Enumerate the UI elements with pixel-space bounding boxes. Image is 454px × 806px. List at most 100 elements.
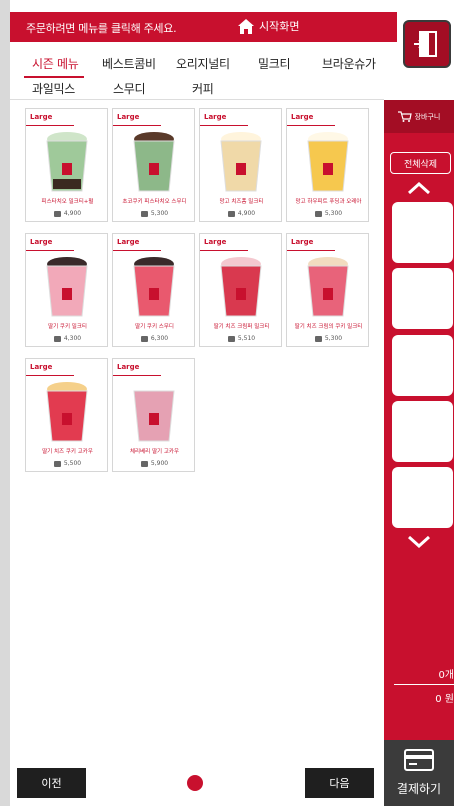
product-price: 5,300	[150, 210, 169, 217]
product-card[interactable]: Large 초코쿠키 피스타치오 스무디 5,300	[112, 108, 195, 222]
drink-image	[133, 132, 175, 192]
home-label: 시작화면	[259, 20, 300, 33]
pay-button[interactable]: 결제하기	[384, 740, 454, 806]
drink-image	[133, 257, 175, 317]
size-underline	[26, 125, 74, 126]
card-icon	[404, 749, 434, 771]
size-label: Large	[30, 113, 53, 121]
cart-scroll-up-icon[interactable]	[408, 182, 430, 194]
size-underline	[287, 250, 335, 251]
price-icon	[140, 210, 148, 217]
product-name: 딸기 쿠키 밀크티	[48, 324, 87, 330]
order-hint: 주문하려면 메뉴를 클릭해 주세요.	[26, 22, 177, 35]
product-price: 4,900	[237, 210, 256, 217]
product-card[interactable]: Large 망고 치즈폼 밀크티 4,900	[199, 108, 282, 222]
cart-count: 0개	[438, 670, 454, 681]
product-card[interactable]: Large 딸기 쿠키 스무디 6,300	[112, 233, 195, 347]
price-icon	[53, 335, 61, 342]
drink-image	[220, 257, 262, 317]
cart-title: 장바구니	[414, 112, 441, 121]
product-price: 5,900	[150, 460, 169, 467]
product-name: 딸기 치즈 크림의 쿠키 밀크티	[294, 324, 363, 330]
size-label: Large	[291, 238, 314, 246]
product-card[interactable]: Large 딸기 치즈 크림의 쿠키 밀크티 5,300	[286, 233, 369, 347]
drink-image	[307, 257, 349, 317]
tab-smoothie[interactable]: 스무디	[113, 80, 146, 97]
size-label: Large	[117, 363, 140, 371]
cart-slot[interactable]	[392, 401, 453, 462]
drink-image	[46, 382, 88, 442]
price-row: 5,500	[26, 460, 109, 467]
exit-icon	[414, 31, 437, 57]
size-underline	[26, 250, 74, 251]
cart-panel: 장바구니 전체삭제 0개 0 원	[384, 100, 454, 740]
product-card[interactable]: Large 체리베리 딸기 고카우 5,900	[112, 358, 195, 472]
size-underline	[113, 125, 161, 126]
tab-brown-sugar[interactable]: 브라운슈가	[322, 55, 376, 72]
product-card[interactable]: Large 딸기 치즈 크림퍼 밀크티 5,510	[199, 233, 282, 347]
price-icon	[140, 460, 148, 467]
product-price: 4,300	[63, 335, 82, 342]
price-row: 4,900	[200, 210, 283, 217]
size-label: Large	[291, 113, 314, 121]
tab-coffee[interactable]: 커피	[192, 80, 214, 97]
size-label: Large	[30, 238, 53, 246]
product-price: 5,500	[63, 460, 82, 467]
drink-image	[307, 132, 349, 192]
home-icon	[238, 18, 254, 34]
cart-slot[interactable]	[392, 467, 453, 528]
product-price: 5,510	[237, 335, 256, 342]
price-row: 4,900	[26, 210, 109, 217]
size-label: Large	[117, 113, 140, 121]
product-name: 딸기 치즈 크림퍼 밀크티	[213, 324, 270, 330]
next-button[interactable]: 다음	[305, 768, 374, 798]
tab-season[interactable]: 시즌 메뉴	[32, 55, 79, 72]
product-card[interactable]: Large 피스타치오 밀크티+펄 4,900	[25, 108, 108, 222]
product-card[interactable]: Large 딸기 쿠키 밀크티 4,300	[25, 233, 108, 347]
drink-image	[46, 132, 88, 192]
price-icon	[140, 335, 148, 342]
page-indicator	[187, 775, 203, 791]
product-name: 피스타치오 밀크티+펄	[41, 199, 94, 205]
product-card[interactable]: Large 딸기 치즈 쿠키 고카우 5,500	[25, 358, 108, 472]
cart-divider	[394, 684, 454, 685]
product-name: 딸기 치즈 쿠키 고카우	[42, 449, 93, 455]
pay-label: 결제하기	[396, 782, 442, 796]
cart-slot[interactable]	[392, 335, 453, 396]
price-row: 5,900	[113, 460, 196, 467]
price-icon	[314, 335, 322, 342]
product-name: 초코쿠키 피스타치오 스무디	[122, 199, 187, 205]
price-row: 5,300	[113, 210, 196, 217]
cart-header: 장바구니	[384, 100, 454, 133]
cart-slot[interactable]	[392, 268, 453, 329]
tab-best-combo[interactable]: 베스트콤비	[102, 55, 156, 72]
drink-image	[133, 382, 175, 442]
tab-fruit-mix[interactable]: 과일믹스	[32, 80, 75, 97]
active-tab-indicator	[24, 76, 84, 78]
header-bar: 주문하려면 메뉴를 클릭해 주세요. 시작화면	[10, 12, 397, 42]
exit-button[interactable]	[403, 20, 451, 68]
product-price: 4,900	[63, 210, 82, 217]
product-name: 딸기 쿠키 스무디	[135, 324, 174, 330]
product-price: 5,300	[324, 335, 343, 342]
size-underline	[200, 125, 248, 126]
drink-image	[220, 132, 262, 192]
cart-icon	[397, 111, 412, 122]
size-label: Large	[204, 238, 227, 246]
cart-scroll-down-icon[interactable]	[408, 536, 430, 548]
size-underline	[113, 250, 161, 251]
size-underline	[26, 375, 74, 376]
size-underline	[287, 125, 335, 126]
product-card[interactable]: Large 망고 하우피트 푸딩과 오레아 5,300	[286, 108, 369, 222]
home-button[interactable]: 시작화면	[238, 18, 299, 34]
tab-milk-tea[interactable]: 밀크티	[258, 55, 291, 72]
cart-slot[interactable]	[392, 202, 453, 263]
prev-button[interactable]: 이전	[17, 768, 86, 798]
product-name: 망고 하우피트 푸딩과 오레아	[295, 199, 362, 205]
price-row: 5,300	[287, 210, 370, 217]
size-label: Large	[30, 363, 53, 371]
price-icon	[314, 210, 322, 217]
size-label: Large	[204, 113, 227, 121]
clear-all-button[interactable]: 전체삭제	[390, 152, 451, 174]
tab-original-tea[interactable]: 오리지널티	[176, 55, 230, 72]
